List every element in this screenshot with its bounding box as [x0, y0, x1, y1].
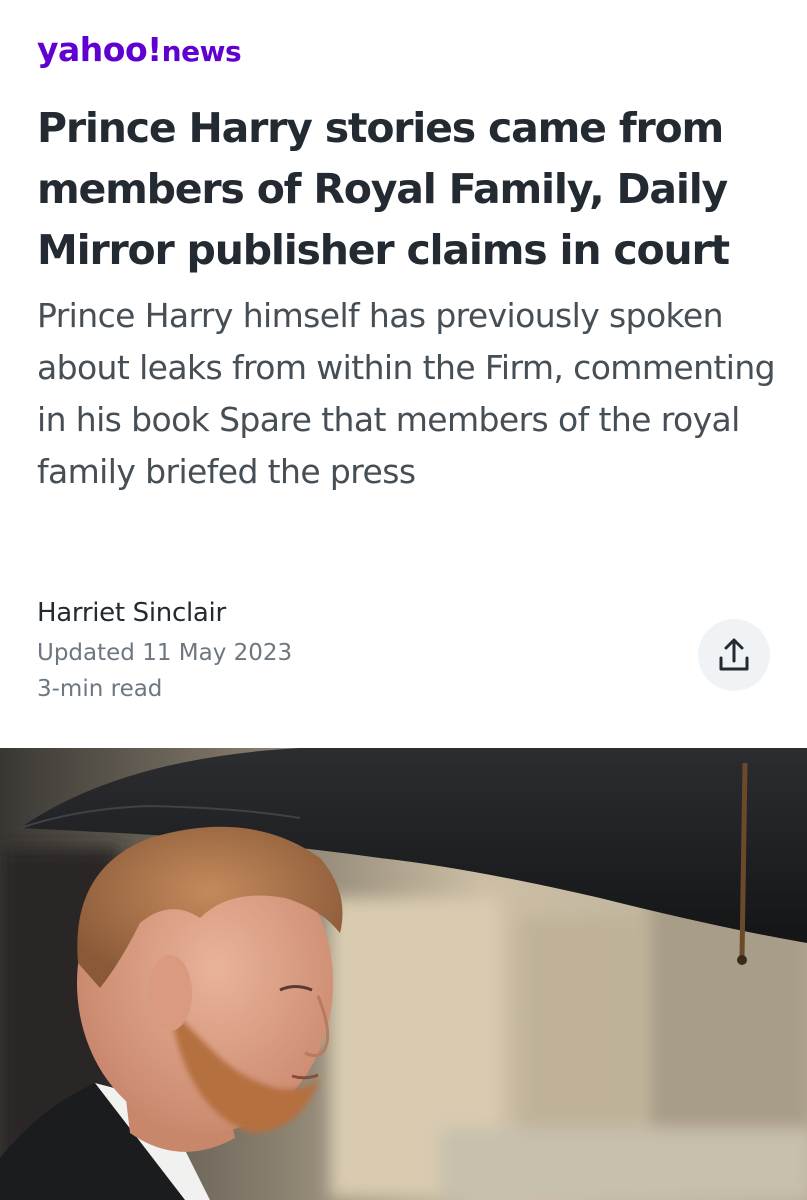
- article-subheadline: Prince Harry himself has previously spok…: [37, 296, 776, 491]
- article-page: yahoo! news Prince Harry stories came fr…: [0, 0, 807, 1200]
- share-button[interactable]: [698, 619, 770, 691]
- logo-brand: yahoo!: [37, 30, 162, 69]
- article-hero-image[interactable]: [0, 748, 807, 1200]
- author-name[interactable]: Harriet Sinclair: [37, 598, 226, 628]
- hero-photo-illustration: [0, 748, 807, 1200]
- logo-section: news: [161, 35, 242, 68]
- article-headline: Prince Harry stories came from members o…: [37, 104, 730, 274]
- read-time: 3-min read: [37, 676, 163, 702]
- share-upload-icon: [719, 638, 749, 671]
- updated-date: Updated 11 May 2023: [37, 640, 293, 666]
- yahoo-news-logo[interactable]: yahoo! news: [37, 30, 242, 70]
